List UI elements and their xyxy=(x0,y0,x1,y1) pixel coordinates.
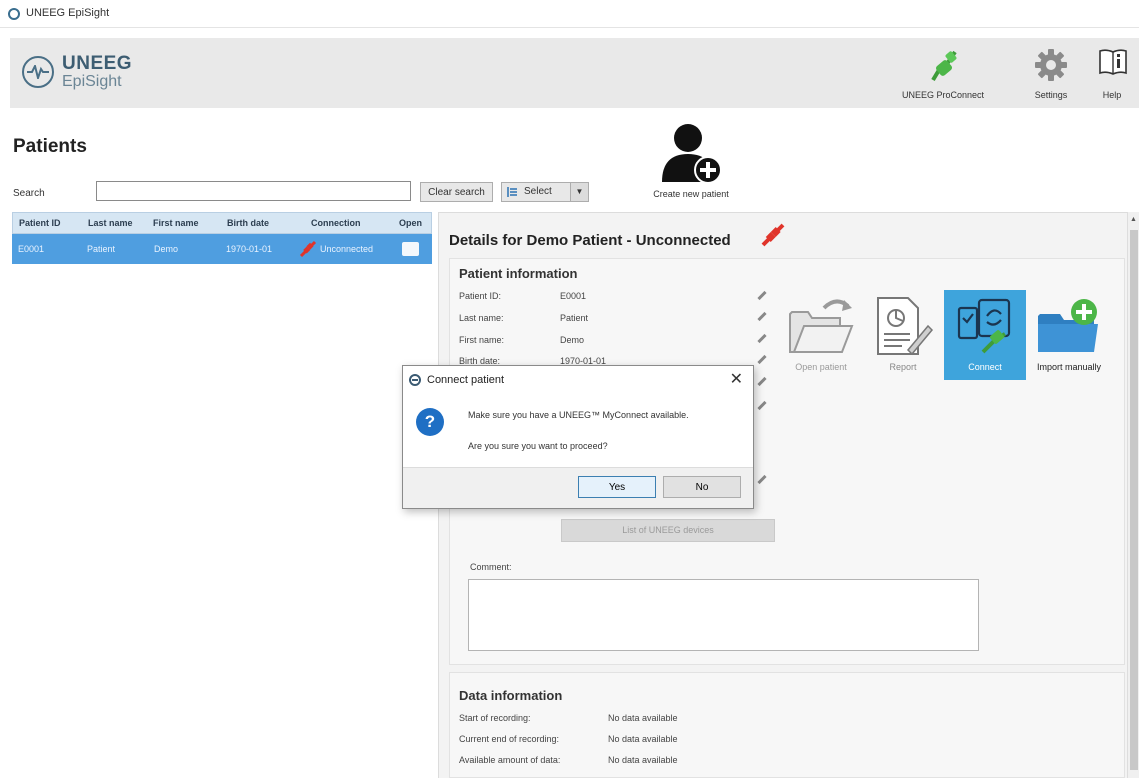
chevron-down-icon[interactable]: ▼ xyxy=(570,183,588,201)
scrollbar-thumb[interactable] xyxy=(1130,230,1138,770)
patient-information-title: Patient information xyxy=(459,266,578,281)
settings-label: Settings xyxy=(1034,90,1068,100)
connect-label: Connect xyxy=(968,362,1002,372)
column-header-last-name[interactable]: Last name xyxy=(88,218,133,228)
app-icon xyxy=(8,8,20,20)
dialog-question: Are you sure you want to proceed? xyxy=(468,441,608,451)
comment-textarea[interactable] xyxy=(468,579,979,651)
plug-green-icon xyxy=(931,50,957,82)
import-icon xyxy=(1038,299,1098,352)
column-header-connection[interactable]: Connection xyxy=(311,218,361,228)
folder-icon[interactable] xyxy=(402,242,419,256)
plug-red-icon xyxy=(299,240,317,258)
column-header-birth-date[interactable]: Birth date xyxy=(227,218,269,228)
cell-last-name: Patient xyxy=(87,244,116,254)
dialog-footer: Yes No xyxy=(403,467,753,508)
gear-icon xyxy=(1035,49,1067,81)
field-value-first-name: Demo xyxy=(560,335,585,345)
cell-birth-date: 1970-01-01 xyxy=(226,244,273,254)
help-book-icon xyxy=(1099,49,1127,75)
logo-title: UNEEG xyxy=(62,53,133,74)
window-title: UNEEG EpiSight xyxy=(26,7,110,19)
select-dropdown[interactable]: Select ▼ xyxy=(501,182,589,202)
dialog-message: Make sure you have a UNEEG™ MyConnect av… xyxy=(468,410,689,420)
cell-first-name: Demo xyxy=(154,244,179,254)
data-value-amount: No data available xyxy=(608,755,678,765)
create-new-patient-button[interactable]: Create new patient xyxy=(636,122,746,206)
field-label-first-name: First name: xyxy=(459,335,505,345)
select-label: Select xyxy=(524,186,552,197)
patients-title: Patients xyxy=(13,136,87,157)
details-scrollbar[interactable]: ▲ xyxy=(1127,212,1139,778)
app-header: UNEEG EpiSight UNEEG ProConnect Settings xyxy=(10,38,1139,108)
comment-label: Comment: xyxy=(470,562,512,572)
field-value-patient-id: E0001 xyxy=(560,291,587,301)
data-value-start: No data available xyxy=(608,713,678,723)
report-button[interactable]: Report xyxy=(862,290,944,380)
yes-button[interactable]: Yes xyxy=(578,476,656,498)
data-label-start: Start of recording: xyxy=(459,713,531,723)
open-patient-button[interactable]: Open patient xyxy=(780,290,862,380)
connect-patient-dialog: Connect patient ✕ ? Make sure you have a… xyxy=(402,365,754,509)
column-header-first-name[interactable]: First name xyxy=(153,218,199,228)
table-header: Patient ID Last name First name Birth da… xyxy=(12,212,432,234)
cell-patient-id: E0001 xyxy=(18,244,45,254)
folder-icon xyxy=(789,299,854,353)
table-row[interactable]: E0001 Patient Demo 1970-01-01 Unconnecte… xyxy=(12,234,432,264)
column-header-patient-id[interactable]: Patient ID xyxy=(19,218,61,228)
details-title: Details for Demo Patient - Unconnected xyxy=(449,232,731,249)
data-label-amount: Available amount of data: xyxy=(459,755,561,765)
app-icon xyxy=(409,374,421,386)
field-label-patient-id: Patient ID: xyxy=(459,291,502,301)
clear-search-button[interactable]: Clear search xyxy=(420,182,493,202)
close-icon[interactable]: ✕ xyxy=(730,369,743,389)
window-titlebar: UNEEG EpiSight xyxy=(0,0,1139,28)
create-new-patient-label: Create new patient xyxy=(653,189,729,199)
no-button[interactable]: No xyxy=(663,476,741,498)
field-label-last-name: Last name: xyxy=(459,313,504,323)
data-label-end: Current end of recording: xyxy=(459,734,560,744)
plug-red-icon xyxy=(761,223,785,247)
list-icon xyxy=(507,187,517,197)
logo-subtitle: EpiSight xyxy=(62,73,122,90)
import-manually-button[interactable]: Import manually xyxy=(1026,290,1112,380)
help-label: Help xyxy=(1102,90,1122,100)
cell-connection: Unconnected xyxy=(320,244,374,254)
field-value-last-name: Patient xyxy=(560,313,589,323)
report-label: Report xyxy=(889,362,917,372)
search-label: Search xyxy=(13,188,45,199)
patient-table: Patient ID Last name First name Birth da… xyxy=(12,212,432,264)
scroll-up-icon[interactable]: ▲ xyxy=(1130,216,1137,223)
add-user-icon xyxy=(662,124,722,184)
data-information-title: Data information xyxy=(459,688,563,703)
column-header-open[interactable]: Open xyxy=(399,218,422,228)
data-value-end: No data available xyxy=(608,734,678,744)
search-input[interactable] xyxy=(96,181,411,201)
list-uneeg-devices-button[interactable]: List of UNEEG devices xyxy=(561,519,775,542)
connect-button[interactable]: Connect xyxy=(944,290,1026,380)
dialog-title: Connect patient xyxy=(427,374,505,386)
proconnect-label: UNEEG ProConnect xyxy=(901,90,985,100)
uneeg-logo-icon xyxy=(22,56,54,88)
open-patient-label: Open patient xyxy=(795,362,847,372)
question-icon: ? xyxy=(416,408,444,436)
report-icon xyxy=(877,297,934,356)
import-manually-label: Import manually xyxy=(1036,362,1102,372)
connect-device-icon xyxy=(957,298,1011,354)
